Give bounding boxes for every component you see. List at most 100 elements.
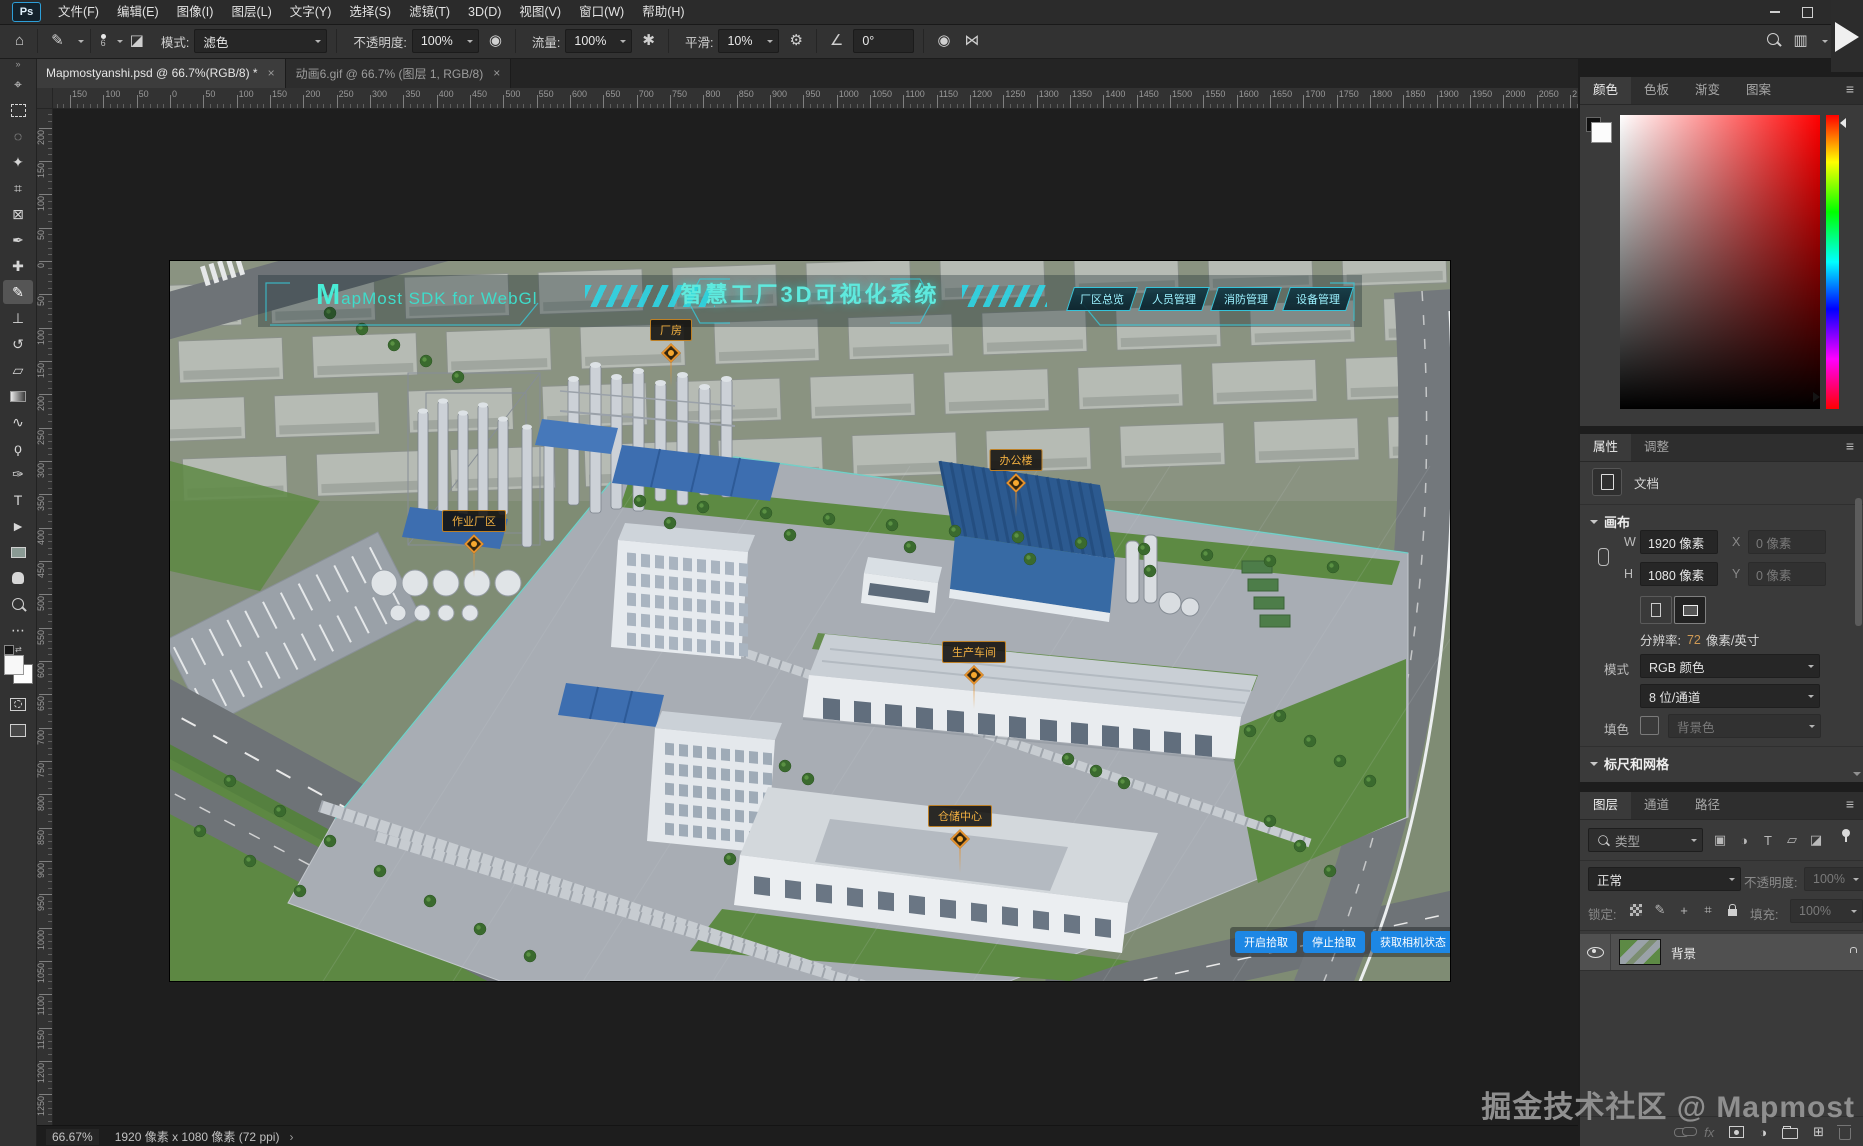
menu-item[interactable]: 3D(D) (459, 0, 510, 24)
delete-layer-icon[interactable] (1839, 1125, 1851, 1140)
layer-fill-select[interactable]: 100% (1790, 899, 1863, 923)
new-group-icon[interactable] (1782, 1125, 1798, 1139)
adjustment-layer-icon[interactable]: ◑ (1759, 1125, 1767, 1140)
crop-tool[interactable]: ⌗ (3, 176, 33, 200)
lock-transparency-icon[interactable] (1624, 899, 1648, 921)
canvas-height-field[interactable]: 1080 像素 (1640, 562, 1718, 586)
menu-item[interactable]: 滤镜(T) (400, 0, 459, 24)
panel-tab-图层[interactable]: 图层 (1580, 792, 1631, 819)
menu-item[interactable]: 编辑(E) (108, 0, 168, 24)
panel-menu-icon[interactable]: ≡ (1837, 792, 1863, 819)
hand-tool[interactable] (3, 566, 33, 590)
filter-pin-icon[interactable] (1842, 829, 1850, 837)
document-tab[interactable]: Mapmostyanshi.psd @ 66.7%(RGB/8) *× (36, 58, 286, 88)
maximize-button[interactable] (1791, 0, 1823, 24)
quick-mask-button[interactable] (3, 692, 33, 716)
smudge-tool[interactable]: ∿ (3, 410, 33, 434)
ps-app-icon[interactable]: Ps (12, 2, 41, 22)
layer-effects-icon[interactable]: fx (1704, 1125, 1714, 1140)
more-tools[interactable]: ⋯ (3, 618, 33, 642)
link-dimensions-icon[interactable] (1598, 548, 1609, 566)
clone-stamp-tool[interactable]: ⊥ (3, 306, 33, 330)
foreground-color-swatch[interactable] (4, 655, 24, 675)
color-mode-select[interactable]: RGB 颜色 (1640, 654, 1820, 678)
brush-tool[interactable]: ✎ (3, 280, 33, 304)
menu-item[interactable]: 视图(V) (510, 0, 570, 24)
status-chevron-icon[interactable]: › (289, 1130, 293, 1144)
home-icon[interactable]: ⌂ (8, 25, 31, 57)
color-picker-field[interactable] (1620, 115, 1820, 409)
orientation-landscape-button[interactable] (1674, 596, 1706, 624)
healing-brush-tool[interactable]: ✚ (3, 254, 33, 278)
lock-artboard-icon[interactable]: ⌗ (1696, 899, 1720, 921)
canvas-x-field[interactable]: 0 像素 (1748, 530, 1826, 554)
screen-mode-button[interactable] (3, 718, 33, 742)
play-overlay-icon[interactable] (1835, 22, 1859, 52)
eyedropper-tool[interactable]: ✒ (3, 228, 33, 252)
filter-adjustment-icon[interactable]: ◑ (1732, 829, 1756, 851)
path-select-tool[interactable]: ► (3, 514, 33, 538)
eraser-tool[interactable]: ▱ (3, 358, 33, 382)
bit-depth-select[interactable]: 8 位/通道 (1640, 684, 1820, 708)
color-swatches[interactable]: ⇄ (3, 647, 33, 691)
history-brush-tool[interactable]: ↺ (3, 332, 33, 356)
tab-close-icon[interactable]: × (268, 66, 275, 80)
menu-item[interactable]: 帮助(H) (633, 0, 693, 24)
menu-item[interactable]: 选择(S) (340, 0, 400, 24)
brush-preset-icon[interactable]: ✎ (44, 25, 71, 57)
type-tool[interactable]: T (3, 488, 33, 512)
panel-tab-属性[interactable]: 属性 (1580, 434, 1631, 461)
status-zoom-level[interactable]: 66.67% (46, 1129, 99, 1145)
smoothing-select[interactable]: 10% (718, 29, 779, 53)
toolbar-collapse-icon[interactable]: » (15, 58, 20, 71)
frame-tool[interactable]: ⊠ (3, 202, 33, 226)
document-canvas[interactable]: MapMost SDK for WebGl 智慧工厂3D可视化系统 厂区总览人员… (170, 261, 1450, 981)
layer-mask-icon[interactable] (1729, 1126, 1744, 1138)
minimize-button[interactable] (1759, 0, 1791, 24)
menu-item[interactable]: 图层(L) (222, 0, 280, 24)
hue-slider-arrow-icon[interactable] (1840, 118, 1846, 128)
rulers-grid-chevron-icon[interactable] (1590, 762, 1598, 770)
opacity-select[interactable]: 100% (412, 29, 479, 53)
canvas-y-field[interactable]: 0 像素 (1748, 562, 1826, 586)
marquee-tool[interactable] (3, 98, 33, 122)
foreground-swatch[interactable] (1591, 122, 1612, 143)
hue-slider[interactable] (1826, 115, 1839, 409)
ruler-corner[interactable] (36, 88, 53, 109)
menu-item[interactable]: 窗口(W) (570, 0, 633, 24)
symmetry-icon[interactable]: ⋈ (957, 25, 986, 57)
panel-tab-通道[interactable]: 通道 (1631, 792, 1682, 819)
lasso-tool[interactable]: ◌ (3, 124, 33, 148)
angle-field[interactable]: 0° (853, 29, 914, 53)
canvas-area[interactable]: MapMost SDK for WebGl 智慧工厂3D可视化系统 厂区总览人员… (52, 108, 1578, 1125)
tab-close-icon[interactable]: × (493, 66, 500, 80)
flow-select[interactable]: 100% (565, 29, 632, 53)
filter-type-icon[interactable]: T (1756, 829, 1780, 851)
quick-selection-tool[interactable]: ✦ (3, 150, 33, 174)
toggle-brush-panel-icon[interactable]: ◪ (123, 25, 151, 57)
pen-tool[interactable]: ✑ (3, 462, 33, 486)
pressure-size-icon[interactable]: ◉ (930, 25, 957, 57)
lock-paint-icon[interactable]: ✎ (1648, 899, 1672, 921)
panel-tab-图案[interactable]: 图案 (1733, 77, 1784, 104)
lock-move-icon[interactable]: + (1672, 899, 1696, 921)
gradient-tool[interactable] (3, 384, 33, 408)
lock-all-icon[interactable] (1720, 899, 1744, 921)
search-icon[interactable] (1760, 25, 1786, 57)
menu-item[interactable]: 文字(Y) (281, 0, 341, 24)
menu-item[interactable]: 文件(F) (49, 0, 108, 24)
filter-smart-object-icon[interactable]: ◪ (1804, 829, 1828, 851)
properties-scrollbar[interactable] (1855, 498, 1862, 626)
panel-menu-icon[interactable]: ≡ (1837, 77, 1863, 104)
brush-size-widget[interactable]: 6 (97, 34, 110, 48)
link-layers-icon[interactable] (1674, 1128, 1689, 1137)
layer-thumbnail[interactable] (1619, 939, 1661, 965)
orientation-portrait-button[interactable] (1640, 596, 1672, 624)
zoom-tool[interactable] (3, 592, 33, 616)
filter-image-icon[interactable]: ▣ (1708, 829, 1732, 851)
swap-colors-icon[interactable]: ⇄ (15, 645, 22, 654)
horizontal-ruler[interactable]: 1501005005010015020025030035040045050055… (52, 88, 1578, 109)
shape-tool[interactable] (3, 540, 33, 564)
filter-shape-icon[interactable]: ▱ (1780, 829, 1804, 851)
panel-tab-路径[interactable]: 路径 (1682, 792, 1733, 819)
